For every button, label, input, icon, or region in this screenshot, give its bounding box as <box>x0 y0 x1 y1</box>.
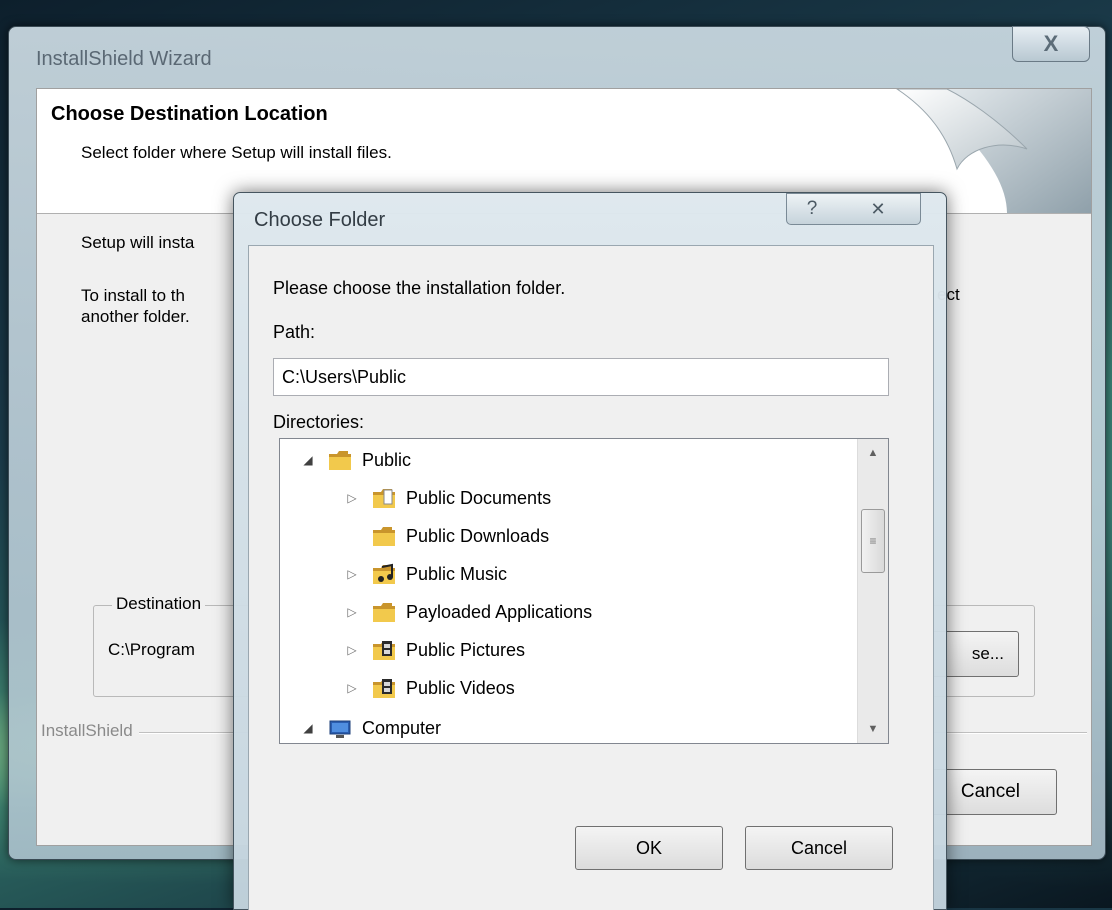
tree-item-public-videos[interactable]: ▷ Public Videos <box>344 671 515 705</box>
directories-label: Directories: <box>273 412 365 432</box>
path-label: Path: <box>273 322 316 342</box>
collapsed-arrow-icon[interactable]: ▷ <box>344 567 360 581</box>
window-title: InstallShield Wizard <box>36 48 212 70</box>
dialog-close-button[interactable]: ✕ <box>836 193 921 225</box>
dialog-instruction: Please choose the installation folder. <box>273 278 566 298</box>
wizard-heading: Choose Destination Location <box>51 103 328 125</box>
tree-item-payloaded-applications[interactable]: ▷ Payloaded Applications <box>344 595 592 629</box>
expanded-arrow-icon[interactable]: ◢ <box>300 453 316 467</box>
scroll-up-button[interactable]: ▲ <box>858 439 888 467</box>
folder-icon <box>372 525 396 547</box>
music-folder-icon <box>372 563 396 585</box>
folder-icon <box>328 449 352 471</box>
tree-item-public-documents[interactable]: ▷ Public Documents <box>344 481 551 515</box>
choose-folder-dialog: Choose Folder ? ✕ Please choose the inst… <box>233 192 947 910</box>
tree-item-public-music[interactable]: ▷ Public Music <box>344 557 507 591</box>
tree-item-label: Computer <box>362 717 442 738</box>
tree-item-public-pictures[interactable]: ▷ Public Pictures <box>344 633 525 667</box>
tree-item-label: Public Videos <box>406 677 515 698</box>
chevron-up-icon: ▲ <box>867 447 879 459</box>
tree-item-label: Public Music <box>406 563 508 584</box>
dialog-client-area: Please choose the installation folder. P… <box>248 245 934 910</box>
collapsed-arrow-icon[interactable]: ▷ <box>344 491 360 505</box>
collapsed-arrow-icon[interactable]: ▷ <box>344 605 360 619</box>
wizard-body-line1: Setup will insta <box>81 233 195 252</box>
help-icon: ? <box>806 198 818 219</box>
dialog-title: Choose Folder <box>254 209 386 231</box>
vertical-scrollbar[interactable]: ▲ ≡ ▼ <box>857 439 888 743</box>
destination-path: C:\Program <box>108 640 195 659</box>
directory-tree[interactable]: ◢ Public ▷ Public Documents Public Downl… <box>279 438 889 744</box>
collapsed-arrow-icon[interactable]: ▷ <box>344 681 360 695</box>
expanded-arrow-icon[interactable]: ◢ <box>300 721 316 735</box>
videos-folder-icon <box>372 677 396 699</box>
tree-item-public[interactable]: ◢ Public <box>300 443 411 477</box>
grip-icon: ≡ <box>869 534 877 548</box>
tree-item-public-downloads[interactable]: Public Downloads <box>344 519 549 553</box>
cancel-button[interactable]: Cancel <box>745 826 893 870</box>
documents-folder-icon <box>372 487 396 509</box>
help-button[interactable]: ? <box>786 193 838 225</box>
destination-group-label: Destination <box>112 594 206 614</box>
computer-icon <box>328 717 352 739</box>
ok-button[interactable]: OK <box>575 826 723 870</box>
pictures-folder-icon <box>372 639 396 661</box>
scroll-thumb[interactable]: ≡ <box>861 509 885 573</box>
tree-item-label: Public Downloads <box>406 525 550 546</box>
close-icon: ✕ <box>870 198 886 219</box>
scroll-down-button[interactable]: ▼ <box>858 715 888 743</box>
chevron-down-icon: ▼ <box>867 723 879 735</box>
close-button[interactable]: X <box>1012 26 1090 62</box>
tree-item-computer[interactable]: ◢ Computer <box>300 711 442 743</box>
tree-item-label: Payloaded Applications <box>406 601 593 622</box>
tree-item-label: Public <box>362 449 412 470</box>
installshield-brand-label: InstallShield <box>41 721 139 741</box>
folder-icon <box>372 601 396 623</box>
path-input[interactable] <box>273 358 889 396</box>
tree-item-label: Public Pictures <box>406 639 526 660</box>
tree-item-label: Public Documents <box>406 487 552 508</box>
close-icon: X <box>1043 31 1059 56</box>
wizard-subheading: Select folder where Setup will install f… <box>81 143 392 162</box>
collapsed-arrow-icon[interactable]: ▷ <box>344 643 360 657</box>
